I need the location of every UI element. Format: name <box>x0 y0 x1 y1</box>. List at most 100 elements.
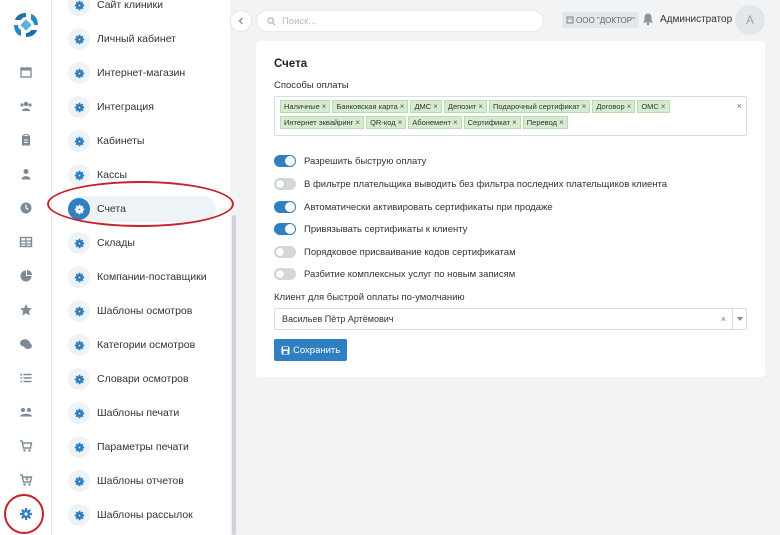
gear-icon <box>68 232 90 254</box>
remove-tag-icon[interactable]: × <box>512 118 517 127</box>
remove-tag-icon[interactable]: × <box>453 118 458 127</box>
payment-method-tag[interactable]: ОМС × <box>637 100 670 113</box>
gear-icon <box>68 0 90 16</box>
remove-tag-icon[interactable]: × <box>355 118 360 127</box>
remove-tag-icon[interactable]: × <box>559 118 564 127</box>
submenu-item[interactable]: Компании-поставщики <box>68 264 216 290</box>
submenu-item[interactable]: Словари осмотров <box>68 366 216 392</box>
icon-rail <box>0 0 52 535</box>
search-box[interactable] <box>256 10 544 32</box>
payment-methods-multiselect[interactable]: Наличные × Банковская карта × ДМС × Депозит × По… <box>274 96 747 136</box>
organization-badge[interactable]: ООО "ДОКТОР" <box>562 12 639 28</box>
payment-method-tag[interactable]: QR-код × <box>366 116 407 129</box>
gear-icon <box>68 300 90 322</box>
submenu-item-label: Сайт клиники <box>97 0 163 11</box>
clock-icon[interactable] <box>16 198 36 218</box>
gear-icon <box>68 470 90 492</box>
gear-icon <box>68 130 90 152</box>
chat-icon[interactable] <box>16 334 36 354</box>
user-name[interactable]: Администратор <box>660 14 732 25</box>
table-icon[interactable] <box>16 232 36 252</box>
submenu-item[interactable]: Шаблоны рассылок <box>68 502 216 528</box>
payment-method-tag[interactable]: Подарочный сертификат × <box>489 100 591 113</box>
page-title: Счета <box>274 58 308 70</box>
toggle-switch[interactable] <box>274 178 296 190</box>
remove-tag-icon[interactable]: × <box>322 102 327 111</box>
gear-icon <box>68 62 90 84</box>
submenu-item-label: Шаблоны отчетов <box>97 475 184 487</box>
gear-icon <box>68 334 90 356</box>
star-icon[interactable] <box>16 300 36 320</box>
tag-label: Наличные <box>284 102 320 111</box>
submenu-item[interactable]: Счета <box>68 196 216 222</box>
toggle-switch[interactable] <box>274 223 296 235</box>
payment-method-tag[interactable]: Наличные × <box>280 100 331 113</box>
submenu-item-label: Параметры печати <box>97 441 189 453</box>
submenu-item[interactable]: Категории осмотров <box>68 332 216 358</box>
pie-chart-icon[interactable] <box>16 266 36 286</box>
save-button[interactable]: Сохранить <box>274 339 348 361</box>
cart-add-icon[interactable] <box>16 470 36 490</box>
payment-method-tag[interactable]: Перевод × <box>522 116 568 129</box>
submenu-item[interactable]: Интернет-магазин <box>68 60 216 86</box>
collapse-sidebar-button[interactable] <box>230 10 252 32</box>
submenu-item[interactable]: Сайт клиники <box>68 0 216 18</box>
remove-tag-icon[interactable]: × <box>398 118 403 127</box>
payment-method-tag[interactable]: Депозит × <box>443 100 488 113</box>
remove-tag-icon[interactable]: × <box>582 102 587 111</box>
tag-label: Депозит <box>447 102 477 111</box>
toggle-switch[interactable] <box>274 268 296 280</box>
submenu-item[interactable]: Параметры печати <box>68 434 216 460</box>
gear-icon <box>68 266 90 288</box>
app-logo[interactable] <box>12 11 40 39</box>
toggle-switch[interactable] <box>274 246 296 258</box>
submenu-item[interactable]: Шаблоны печати <box>68 400 216 426</box>
default-client-label: Клиент для быстрой оплаты по-умолчанию <box>274 292 465 303</box>
submenu-item-label: Компании-поставщики <box>97 271 207 283</box>
calendar-icon[interactable] <box>16 62 36 82</box>
submenu-scrollbar-thumb[interactable] <box>232 215 236 535</box>
chevron-left-icon <box>238 17 243 25</box>
remove-tag-icon[interactable]: × <box>400 102 405 111</box>
cart-icon[interactable] <box>16 436 36 456</box>
submenu-item[interactable]: Склады <box>68 230 216 256</box>
submenu-item[interactable]: Личный кабинет <box>68 26 216 52</box>
submenu-item-label: Интеграция <box>97 101 154 113</box>
toggle-switch[interactable] <box>274 201 296 213</box>
payment-method-tag[interactable]: Сертификат × <box>463 116 521 129</box>
chevron-down-icon[interactable] <box>732 309 746 329</box>
submenu-item[interactable]: Шаблоны отчетов <box>68 468 216 494</box>
remove-tag-icon[interactable]: × <box>627 102 632 111</box>
payment-method-tag[interactable]: Договор × <box>592 100 636 113</box>
tag-label: Подарочный сертификат <box>493 102 580 111</box>
clear-all-icon[interactable]: × <box>737 101 742 111</box>
payment-method-tag[interactable]: Интернет эквайринг × <box>280 116 365 129</box>
tag-label: ОМС <box>641 102 659 111</box>
toggle-switch[interactable] <box>274 155 296 167</box>
list-icon[interactable] <box>16 368 36 388</box>
toggle-label: Разрешить быструю оплату <box>304 155 427 167</box>
payment-method-tag[interactable]: Абонемент × <box>408 116 462 129</box>
toggle-label: Привязывать сертификаты к клиенту <box>304 223 468 235</box>
remove-tag-icon[interactable]: × <box>433 102 438 111</box>
search-input[interactable] <box>282 15 522 27</box>
group-icon[interactable] <box>16 402 36 422</box>
remove-tag-icon[interactable]: × <box>661 102 666 111</box>
remove-tag-icon[interactable]: × <box>478 102 483 111</box>
default-client-select[interactable]: Васильев Пётр Артёмович × <box>274 308 747 330</box>
payment-method-tag[interactable]: Банковская карта × <box>332 100 409 113</box>
submenu-item[interactable]: Интеграция <box>68 94 216 120</box>
clipboard-icon[interactable] <box>16 130 36 150</box>
user-icon[interactable] <box>16 164 36 184</box>
bell-icon[interactable] <box>641 12 655 26</box>
avatar[interactable]: А <box>735 5 765 35</box>
gear-icon[interactable] <box>16 504 36 524</box>
submenu-item[interactable]: Кассы <box>68 162 216 188</box>
settings-submenu: Сайт клиники Личный кабинет Интернет-магаз… <box>52 0 230 535</box>
submenu-item-label: Шаблоны печати <box>97 407 180 419</box>
clear-icon[interactable]: × <box>721 314 726 324</box>
payment-method-tag[interactable]: ДМС × <box>410 100 442 113</box>
submenu-item[interactable]: Кабинеты <box>68 128 216 154</box>
submenu-item[interactable]: Шаблоны осмотров <box>68 298 216 324</box>
users-icon[interactable] <box>16 96 36 116</box>
